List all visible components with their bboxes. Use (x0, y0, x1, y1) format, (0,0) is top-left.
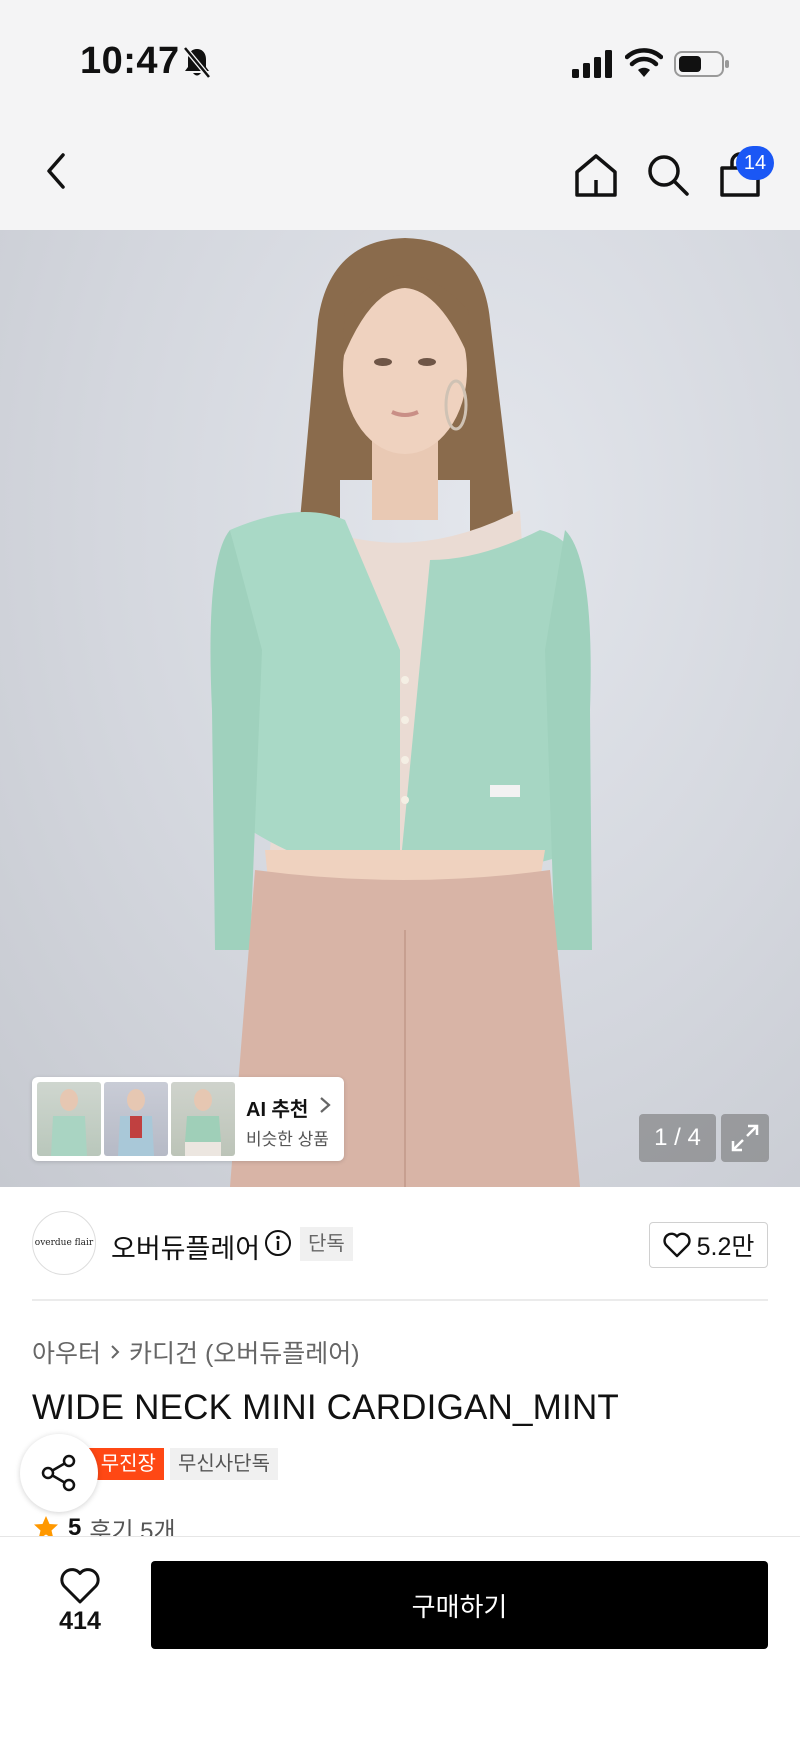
heart-icon (60, 1568, 100, 1604)
chevron-right-icon (320, 1097, 331, 1113)
brand-row: overdue flair 오버듀플레어 단독 5.2만 (0, 1187, 800, 1300)
wishlist-button[interactable]: 414 (40, 1567, 120, 1657)
search-icon (648, 155, 689, 196)
product-image[interactable] (0, 230, 800, 1187)
signal-icon (572, 50, 612, 78)
battery-icon (674, 51, 729, 77)
brand-like-button[interactable]: 5.2만 (649, 1222, 768, 1268)
heart-icon (662, 1232, 691, 1258)
ai-recommend-title: AI 추천 (246, 1099, 309, 1121)
status-time: 10:47 (80, 40, 180, 82)
ai-recommend-card[interactable]: AI 추천 비슷한 상품 (32, 1077, 344, 1161)
tag-musinsa-exclusive: 무신사단독 (169, 1448, 278, 1480)
search-button[interactable] (640, 147, 696, 203)
share-icon (41, 1454, 76, 1492)
buy-button[interactable]: 구매하기 (151, 1561, 768, 1649)
nav-bar (0, 115, 800, 230)
expand-image-button[interactable] (721, 1114, 769, 1162)
brand-like-count: 5.2만 (696, 1233, 755, 1261)
expand-icon (731, 1124, 759, 1152)
ai-thumb-2[interactable] (104, 1082, 168, 1156)
bottom-action-bar: 414 구매하기 (0, 1536, 800, 1740)
back-button[interactable] (28, 143, 84, 199)
ai-thumb-1[interactable] (37, 1082, 101, 1156)
product-title: WIDE NECK MINI CARDIGAN_MINT (32, 1388, 620, 1427)
share-button[interactable] (20, 1434, 98, 1512)
brand-logo-text: overdue flair (34, 1238, 94, 1248)
home-icon (575, 154, 617, 197)
info-icon[interactable] (264, 1229, 292, 1257)
chevron-right-icon (111, 1345, 120, 1359)
image-page-indicator: 1 / 4 (639, 1114, 716, 1162)
exclusive-tag: 단독 (300, 1227, 353, 1261)
divider (32, 1299, 768, 1301)
ai-recommend-subtitle: 비슷한 상품 (246, 1130, 329, 1149)
back-icon (47, 153, 65, 189)
ai-thumb-3[interactable] (171, 1082, 235, 1156)
wifi-icon (625, 48, 663, 77)
bell-off-icon (183, 46, 211, 79)
buy-button-label: 구매하기 (411, 1591, 508, 1622)
cart-badge: 14 (736, 146, 774, 180)
breadcrumb-category[interactable]: 아우터 (32, 1334, 101, 1370)
breadcrumb: 아우터 카디건 (오버듀플레어) (32, 1334, 360, 1370)
product-photo (210, 238, 592, 1187)
status-bar: 10:47 (0, 0, 800, 115)
brand-logo[interactable]: overdue flair (32, 1211, 96, 1275)
breadcrumb-subcategory[interactable]: 카디건 (오버듀플레어) (129, 1334, 360, 1370)
home-button[interactable] (568, 147, 624, 203)
brand-name[interactable]: 오버듀플레어 (111, 1227, 260, 1266)
wishlist-count: 414 (59, 1607, 101, 1635)
